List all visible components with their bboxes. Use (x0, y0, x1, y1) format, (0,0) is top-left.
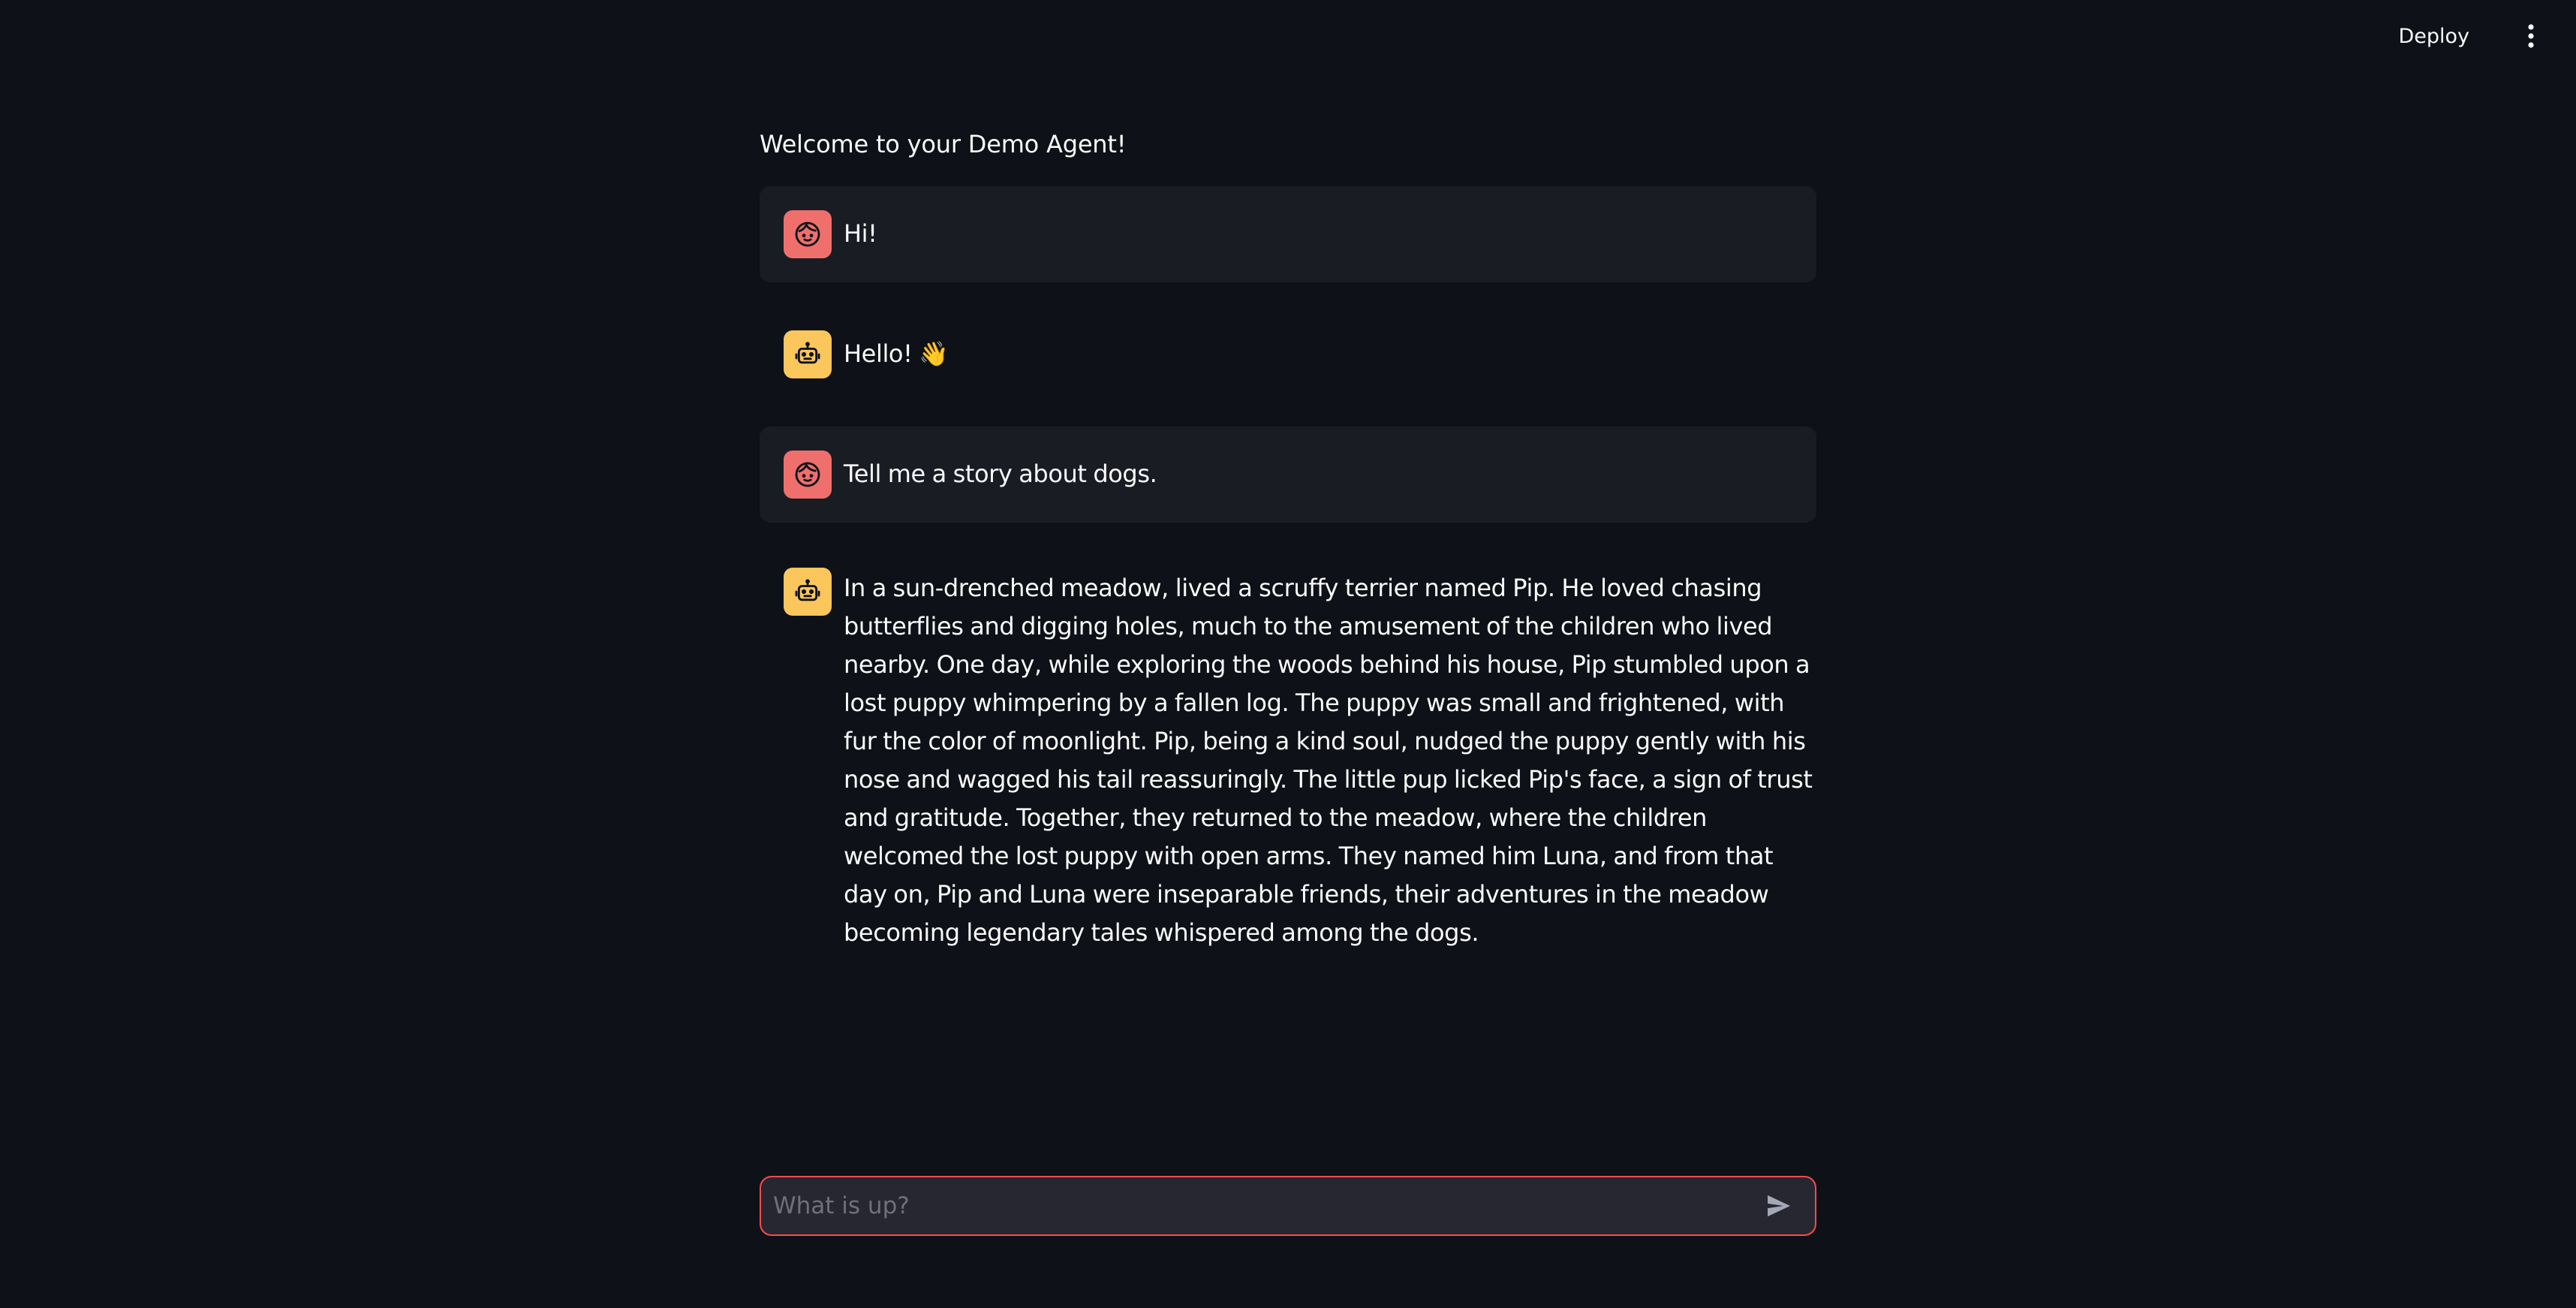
top-toolbar: Deploy (0, 0, 2576, 72)
vertical-ellipsis-icon (2528, 24, 2534, 48)
deploy-button[interactable]: Deploy (2377, 14, 2490, 59)
robot-icon (795, 342, 820, 364)
robot-icon (795, 579, 820, 601)
chat-message-user: Tell me a story about dogs. (760, 426, 1816, 523)
message-text: In a sun-drenched meadow, lived a scruff… (844, 574, 1813, 947)
message-text: Tell me a story about dogs. (844, 460, 1157, 488)
chat-main: Welcome to your Demo Agent! Hi! Hello! 👋… (760, 120, 1816, 976)
user-face-icon (795, 222, 820, 247)
chat-message-assistant: Hello! 👋 (760, 306, 1816, 402)
welcome-text: Welcome to your Demo Agent! (760, 130, 1127, 158)
assistant-avatar (784, 568, 832, 616)
chat-input[interactable] (773, 1177, 1758, 1234)
chat-input-container (760, 1176, 1816, 1236)
assistant-avatar (784, 330, 832, 378)
main-menu-button[interactable] (2516, 15, 2546, 57)
send-icon (1768, 1195, 1790, 1217)
send-button[interactable] (1758, 1185, 1800, 1227)
user-avatar (784, 210, 832, 258)
user-avatar (784, 451, 832, 499)
chat-message-assistant: In a sun-drenched meadow, lived a scruff… (760, 547, 1816, 976)
user-face-icon (795, 462, 820, 487)
message-text: Hi! (844, 219, 877, 248)
message-text: Hello! 👋 (844, 339, 949, 368)
chat-message-user: Hi! (760, 186, 1816, 282)
